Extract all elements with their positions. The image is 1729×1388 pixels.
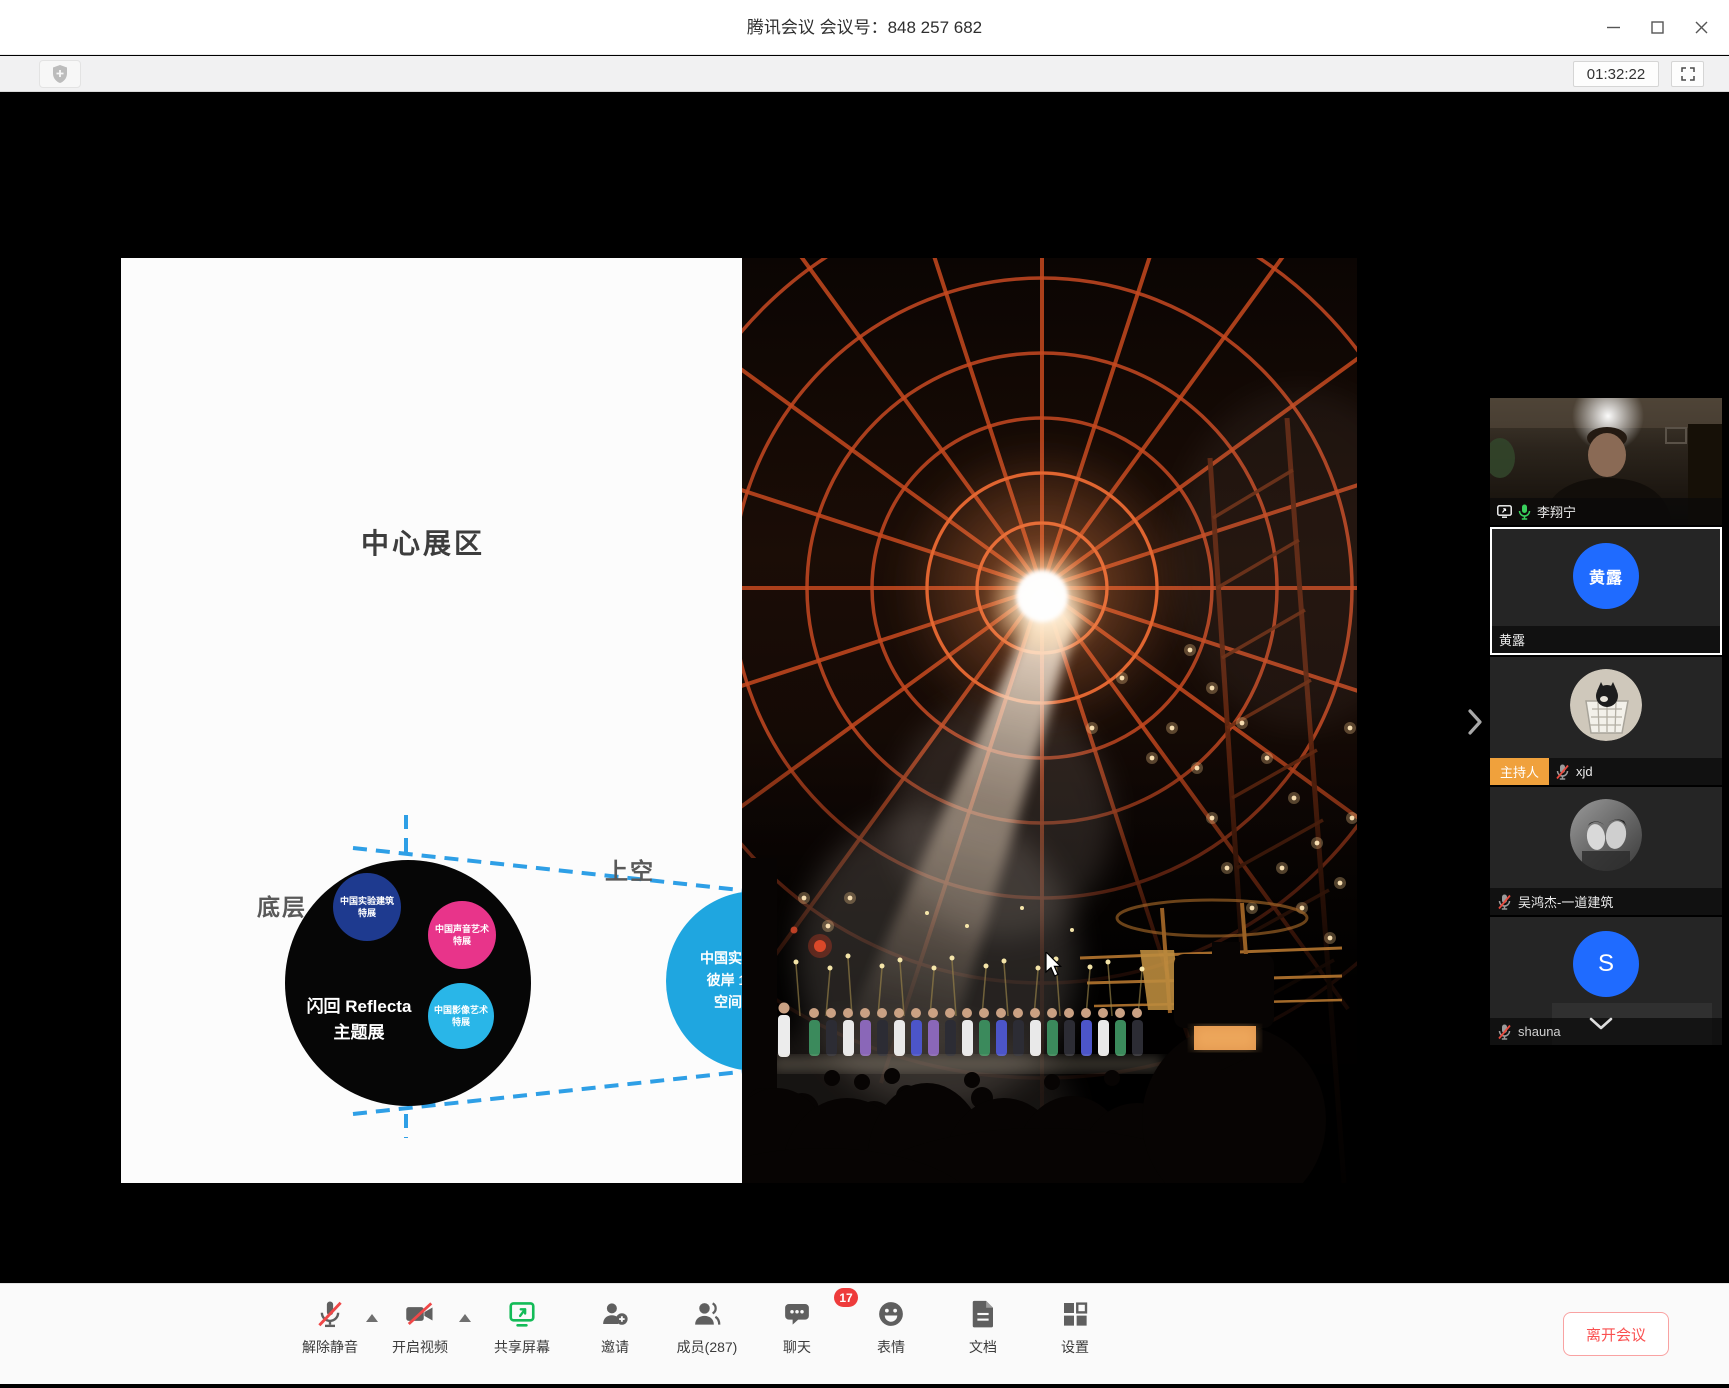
mic-muted-icon [1497, 894, 1512, 910]
share-screen-icon [507, 1299, 537, 1329]
toolbar-label: 开启视频 [392, 1337, 448, 1357]
diagram-title: 中心展区 [361, 522, 485, 562]
sub-circle-architecture: 中国实验建筑 特展 [333, 873, 401, 941]
toolbar-label: 解除静音 [302, 1337, 358, 1357]
minimize-button[interactable] [1591, 0, 1635, 55]
screen-sharing-icon [1497, 505, 1512, 518]
cat-avatar-image [1570, 669, 1642, 741]
avatar: S [1573, 931, 1639, 997]
participant-name: 吴鸿杰-一道建筑 [1518, 892, 1613, 911]
presentation-slide: 中心展区 中国实验建筑 特展 中国声音艺术 特展 中国影像艺术 特展 闪回 Re… [121, 258, 742, 1183]
start-video-button[interactable]: 开启视频 [375, 1296, 465, 1357]
participant-namebar: 黄露 [1492, 626, 1720, 653]
participant-name: shauna [1518, 1024, 1561, 1039]
minimize-icon [1607, 21, 1620, 34]
main-circle-label: 闪回 Reflecta 主题展 [293, 994, 425, 1045]
toolbar-label: 共享屏幕 [494, 1337, 550, 1357]
participant-name: 黄露 [1499, 630, 1525, 649]
toolbar-label: 设置 [1061, 1337, 1089, 1357]
mic-muted-icon [1497, 1024, 1512, 1040]
maximize-icon [1651, 21, 1664, 34]
participant-tile-shauna[interactable]: S shauna [1490, 917, 1722, 1045]
meeting-timer: 01:32:22 [1573, 61, 1659, 87]
meeting-toolbar: 解除静音 开启视频 共享屏幕 [0, 1283, 1729, 1384]
members-icon [692, 1299, 722, 1329]
sub-circle-architecture-line2: 特展 [358, 907, 376, 919]
sub-circle-architecture-line1: 中国实验建筑 [340, 895, 394, 907]
participant-namebar: 李翔宁 [1490, 498, 1722, 525]
avatar: 黄露 [1573, 543, 1639, 609]
chat-icon [782, 1299, 812, 1329]
video-options-caret[interactable] [459, 1314, 471, 1322]
document-icon [969, 1299, 997, 1329]
sub-circle-video-art-line2: 特展 [452, 1016, 470, 1028]
mic-muted-icon [1555, 764, 1570, 780]
sub-circle-sound-art-line2: 特展 [453, 935, 471, 947]
participant-namebar: 主持人 xjd [1490, 758, 1722, 785]
participant-tile-lixiangning[interactable]: 李翔宁 [1490, 398, 1722, 525]
sub-circle-sound-art: 中国声音艺术 特展 [428, 901, 496, 969]
venue-photo-illustration [742, 258, 1357, 1183]
close-icon [1695, 21, 1708, 34]
close-button[interactable] [1679, 0, 1723, 55]
leave-meeting-button[interactable]: 离开会议 [1563, 1312, 1669, 1356]
sub-circle-video-art: 中国影像艺术 特展 [428, 983, 494, 1049]
camera-off-icon [403, 1299, 437, 1329]
participant-name: 李翔宁 [1537, 502, 1576, 521]
participant-namebar: 吴鸿杰-一道建筑 [1490, 888, 1722, 915]
toolbar-label: 邀请 [601, 1337, 629, 1357]
sky-label: 上空 [605, 852, 655, 886]
chevron-down-icon [1586, 1015, 1616, 1033]
participant-menu-button[interactable] [1586, 1015, 1616, 1033]
emoji-icon [876, 1299, 906, 1329]
settings-button[interactable]: 设置 [1030, 1296, 1120, 1357]
unmute-button[interactable]: 解除静音 [285, 1296, 375, 1357]
settings-icon [1060, 1299, 1090, 1329]
window-controls [1591, 0, 1723, 55]
mic-on-icon [1518, 504, 1531, 520]
share-screen-button[interactable]: 共享屏幕 [477, 1296, 567, 1357]
participant-tile-xjd[interactable]: 主持人 xjd [1490, 657, 1722, 785]
toolbar-label: 成员(287) [677, 1337, 738, 1357]
maximize-button[interactable] [1635, 0, 1679, 55]
venue-photo [742, 258, 1357, 1183]
chat-button[interactable]: 17 聊天 [752, 1296, 842, 1357]
fullscreen-button[interactable] [1671, 61, 1704, 87]
shared-screen-area: 中心展区 中国实验建筑 特展 中国声音艺术 特展 中国影像艺术 特展 闪回 Re… [0, 92, 1729, 1283]
timer-value: 01:32:22 [1587, 66, 1645, 83]
invite-button[interactable]: 邀请 [570, 1296, 660, 1357]
invite-icon [600, 1299, 630, 1329]
sub-circle-sound-art-line1: 中国声音艺术 [435, 923, 489, 935]
chevron-right-icon [1467, 706, 1483, 738]
title-bar: 腾讯会议 会议号：848 257 682 [0, 0, 1729, 55]
participant-name: xjd [1576, 764, 1593, 779]
fullscreen-icon [1681, 67, 1695, 81]
avatar [1570, 799, 1642, 871]
main-exhibition-circle: 中国实验建筑 特展 中国声音艺术 特展 中国影像艺术 特展 闪回 Reflect… [285, 860, 531, 1106]
emoji-button[interactable]: 表情 [846, 1296, 936, 1357]
main-circle-label-line2: 主题展 [293, 1020, 425, 1046]
security-check-button[interactable] [39, 60, 81, 88]
status-bar: 01:32:22 [0, 56, 1729, 92]
host-badge: 主持人 [1490, 758, 1549, 785]
avatar [1570, 669, 1642, 741]
toolbar-label: 文档 [969, 1337, 997, 1357]
mic-muted-icon [315, 1299, 345, 1329]
main-circle-label-line1: 闪回 Reflecta [293, 994, 425, 1020]
docs-button[interactable]: 文档 [938, 1296, 1028, 1357]
meeting-title: 腾讯会议 会议号：848 257 682 [0, 0, 1729, 55]
mouse-cursor [1045, 952, 1065, 980]
members-button[interactable]: 成员(287) [662, 1296, 752, 1357]
toolbar-label: 表情 [877, 1337, 905, 1357]
sidebar-collapse-button[interactable] [1460, 700, 1490, 744]
cursor-arrow-icon [1045, 952, 1065, 980]
shield-plus-icon [51, 64, 69, 84]
sub-circle-video-art-line1: 中国影像艺术 [434, 1004, 488, 1016]
floor-label: 底层 [257, 888, 307, 922]
portrait-avatar-image [1570, 799, 1642, 871]
participant-tile-wuhongjie[interactable]: 吴鸿杰-一道建筑 [1490, 787, 1722, 915]
toolbar-label: 聊天 [783, 1337, 811, 1357]
participant-tile-huanglu[interactable]: 黄露 黄露 [1490, 527, 1722, 655]
